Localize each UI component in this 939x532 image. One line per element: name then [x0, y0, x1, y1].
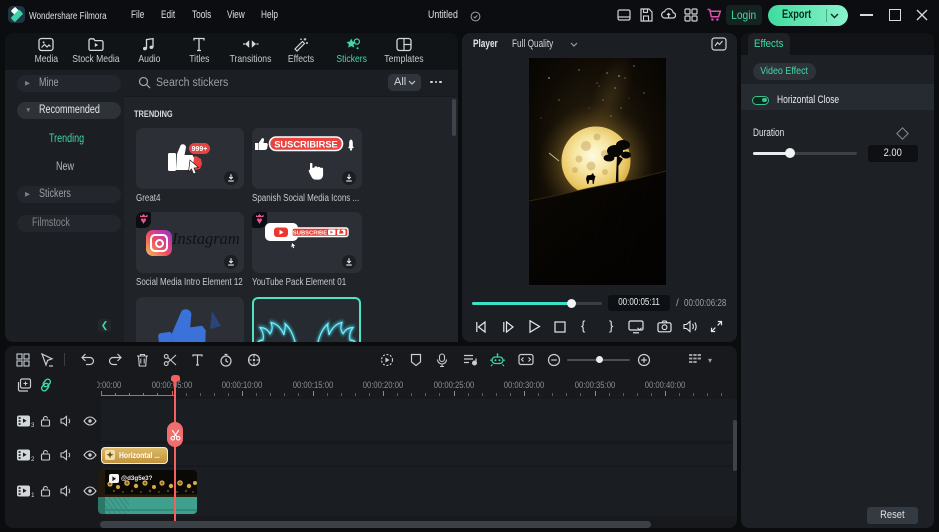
- svg-text:SUBSCRIBE: SUBSCRIBE: [293, 231, 327, 237]
- svg-text:2: 2: [31, 456, 34, 462]
- svg-text:3: 3: [31, 422, 34, 428]
- svg-text:SUSCRIBIRSE: SUSCRIBIRSE: [274, 140, 338, 150]
- svg-text:1: 1: [31, 492, 34, 498]
- svg-text:999+: 999+: [192, 146, 208, 153]
